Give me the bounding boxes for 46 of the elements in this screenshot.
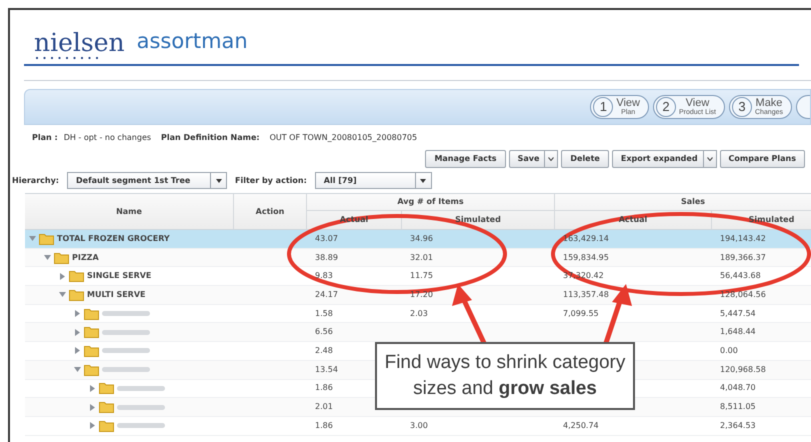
table-cell: 2.03: [410, 308, 428, 318]
table-cell: 120,968.58: [720, 364, 766, 374]
filter-label: Hierarchy:: [12, 174, 60, 186]
table-cell: 194,143.42: [720, 234, 766, 243]
table-cell: 34.96: [410, 234, 433, 243]
column-group-header: Avg # of Items: [397, 196, 464, 208]
table-cell: 189,366.37: [720, 252, 766, 262]
plan-label: Plan :: [32, 132, 58, 144]
plan-definition-value: OUT OF TOWN_20080105_20080705: [270, 132, 418, 144]
plan-definition-label: Plan Definition Name:: [161, 132, 260, 144]
product-name: assortman: [136, 28, 248, 54]
table-cell: 2,364.53: [720, 420, 756, 430]
table-cell: 24.17: [315, 290, 338, 299]
table-cell: 3.00: [410, 420, 428, 430]
table-cell: 2.48: [315, 346, 333, 355]
table-cell: 4,048.70: [720, 383, 756, 392]
row-name: TOTAL FROZEN GROCERY: [57, 232, 170, 245]
table-cell: 113,357.48: [563, 290, 609, 299]
table-cell: 1,648.44: [720, 327, 756, 336]
table-cell: 1.86: [315, 420, 333, 430]
filter-label: Filter by action:: [235, 174, 307, 186]
brand-logo: nielsen: [34, 30, 125, 56]
table-cell: 38.89: [315, 252, 338, 262]
table-cell: 6.56: [315, 327, 333, 336]
table-cell: 159,834.95: [563, 252, 609, 262]
table-cell: 56,443.68: [720, 271, 761, 280]
table-cell: 4,250.74: [563, 420, 599, 430]
table-cell: 1.58: [315, 308, 333, 318]
row-name: SINGLE SERVE: [87, 270, 152, 282]
table-cell: 163,429.14: [563, 234, 609, 243]
table-cell: 32.01: [410, 252, 433, 262]
table-cell: 9.83: [315, 271, 333, 280]
column-group-header: Sales: [680, 196, 706, 208]
table-cell: 43.07: [315, 234, 338, 243]
table-cell: 8,511.05: [720, 402, 756, 412]
row-name: PIZZA: [72, 252, 99, 264]
table-cell: 11.75: [410, 271, 433, 280]
table-cell: 13.54: [315, 364, 338, 374]
table-cell: 7,099.55: [563, 308, 599, 318]
table-cell: 1.86: [315, 383, 333, 392]
table-cell: 2.01: [315, 402, 333, 412]
row-name: MULTI SERVE: [87, 288, 146, 301]
plan-value: DH - opt - no changes: [64, 132, 152, 144]
table-cell: 128,064.56: [720, 290, 766, 299]
table-cell: 5,447.54: [720, 308, 756, 318]
table-cell: 0.00: [720, 346, 738, 355]
